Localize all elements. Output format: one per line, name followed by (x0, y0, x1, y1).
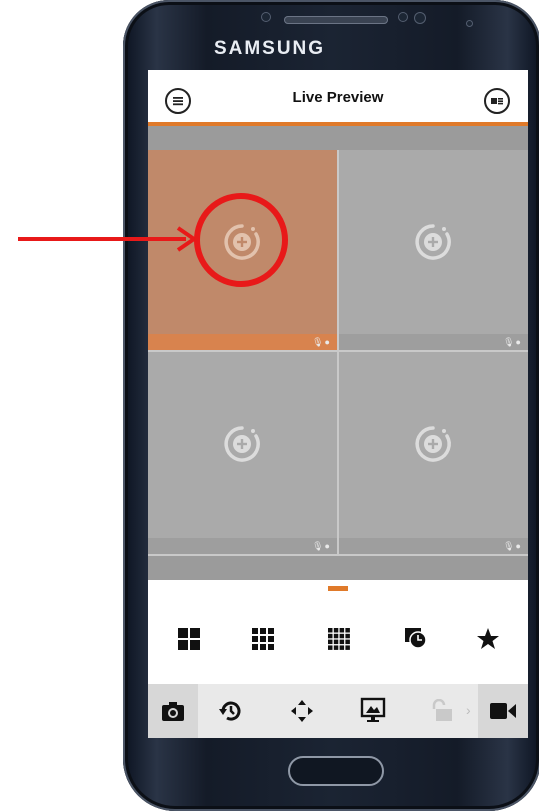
front-camera (414, 12, 426, 24)
image-quality-icon (360, 697, 386, 722)
record-button[interactable] (478, 684, 528, 738)
playback-history-button[interactable] (218, 698, 244, 729)
tile-status-bar: 🎙● (339, 334, 528, 350)
tile-status-bar: 🎙● (339, 538, 528, 554)
app-screen: Live Preview 🎙● 🎙● 🎙● 🎙● › (148, 70, 528, 738)
snapshot-button[interactable] (148, 684, 198, 738)
audio-status-icon: 🎙● (312, 337, 331, 347)
video-tile-channel-4[interactable] (339, 352, 528, 538)
home-button[interactable] (288, 756, 384, 786)
layout-options-row (148, 610, 528, 670)
playback-history-icon (219, 701, 241, 721)
grid-4-icon[interactable] (178, 628, 200, 650)
light-sensor (398, 12, 408, 22)
ptz-direction-icon (291, 700, 313, 722)
favorite-star-icon[interactable] (476, 627, 500, 651)
tile-status-bar: 🎙● (148, 334, 337, 350)
earpiece-speaker (284, 16, 388, 24)
device-list-button[interactable] (484, 88, 510, 114)
bottom-spacer-band (148, 556, 528, 580)
scroll-more-icon[interactable]: › (466, 702, 471, 718)
annotation-highlight-ring (194, 193, 288, 287)
add-channel-icon[interactable] (413, 222, 453, 262)
menu-button[interactable] (165, 88, 191, 114)
grid-9-icon[interactable] (252, 628, 274, 650)
unlock-button[interactable] (430, 698, 456, 728)
hamburger-menu-icon (173, 97, 183, 106)
bottom-toolbar: › (148, 684, 528, 738)
audio-status-icon: 🎙● (503, 541, 522, 551)
grid-16-icon[interactable] (328, 628, 350, 650)
add-channel-icon[interactable] (413, 424, 453, 464)
unlock-icon (432, 698, 452, 721)
notification-led (466, 20, 473, 27)
add-channel-icon[interactable] (222, 424, 262, 464)
page-title: Live Preview (292, 89, 384, 106)
snapshot-camera-icon (162, 702, 184, 721)
proximity-sensor (261, 12, 271, 22)
top-spacer-band (148, 126, 528, 150)
audio-status-icon: 🎙● (503, 337, 522, 347)
ptz-control-button[interactable] (290, 699, 314, 728)
image-quality-button[interactable] (360, 697, 386, 728)
record-video-icon (490, 703, 516, 719)
video-tile-channel-2[interactable] (339, 150, 528, 334)
device-list-icon (491, 98, 503, 105)
tile-status-bar: 🎙● (148, 538, 337, 554)
device-brand: SAMSUNG (213, 38, 326, 59)
annotation-arrow-shaft (18, 237, 186, 241)
video-tile-channel-3[interactable] (148, 352, 337, 538)
playback-timer-icon[interactable] (404, 626, 428, 650)
page-indicator (328, 586, 348, 591)
audio-status-icon: 🎙● (312, 541, 331, 551)
